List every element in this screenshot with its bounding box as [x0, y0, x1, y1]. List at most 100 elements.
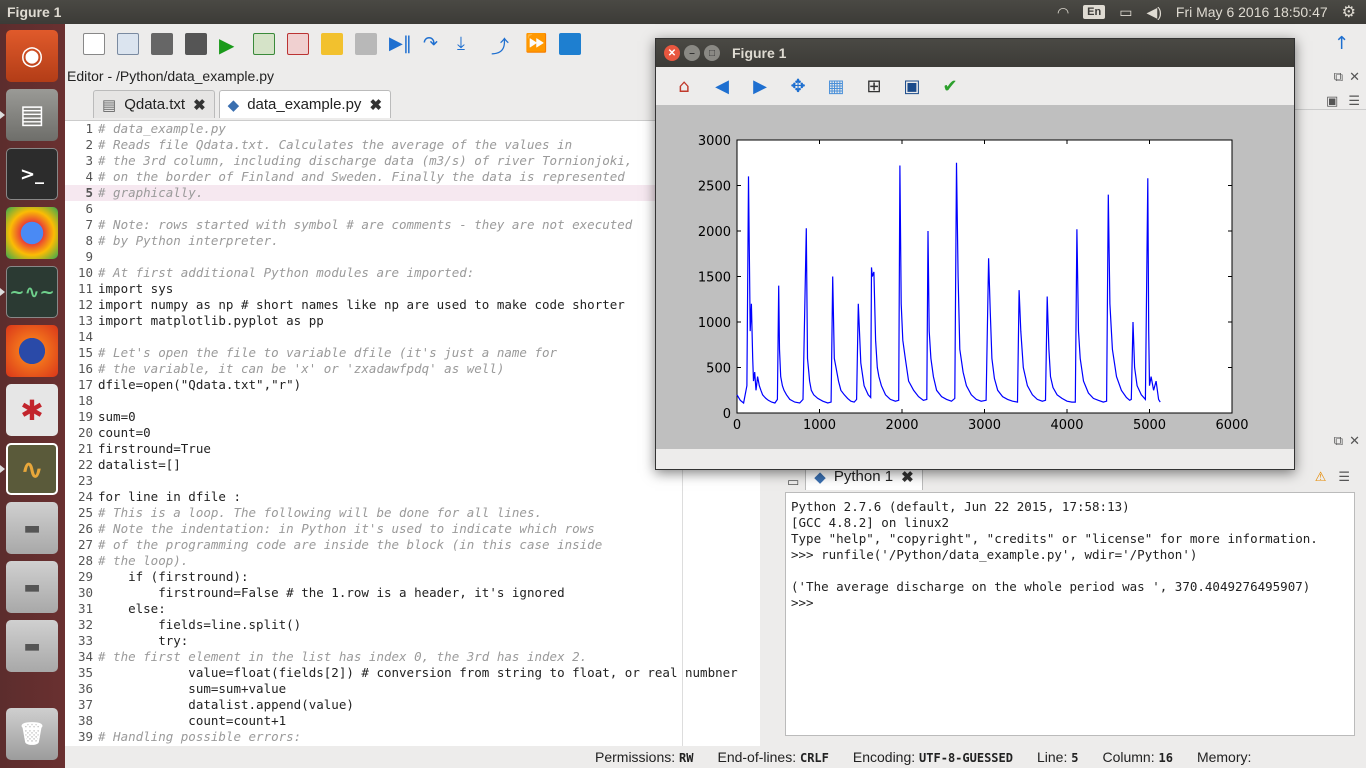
close-tab-icon[interactable]: ✖ — [901, 468, 914, 486]
system-monitor-icon[interactable]: ~∿~ — [6, 266, 58, 318]
code-line: 23 — [65, 473, 760, 489]
volume-icon[interactable]: ◀) — [1146, 4, 1161, 21]
line-number: 21 — [77, 441, 93, 456]
undock-icon[interactable]: ⧉ — [1334, 434, 1343, 449]
code-text: # the 3rd column, including discharge da… — [98, 153, 633, 168]
web-icon[interactable]: ✱ — [6, 384, 58, 436]
save-icon[interactable] — [151, 33, 173, 55]
save-all-icon[interactable] — [185, 33, 207, 55]
close-pane-icon[interactable]: ✕ — [1349, 70, 1360, 85]
code-line: 37 datalist.append(value) — [65, 697, 760, 713]
code-text: firstround=False # the 1.row is a header… — [98, 585, 565, 600]
line-number: 28 — [77, 553, 93, 568]
memory-status: Memory: — [1196, 749, 1252, 765]
clock[interactable]: Fri May 6 2016 18:50:47 — [1176, 4, 1328, 20]
close-tab-icon[interactable]: ✖ — [193, 96, 206, 114]
line-number: 5 — [85, 185, 93, 200]
drive-icon[interactable]: ▬ — [6, 502, 58, 554]
y-tick-label: 2500 — [698, 180, 731, 195]
ubuntu-logo-icon[interactable]: ◉ — [6, 30, 58, 82]
terminal-icon[interactable]: >_ — [6, 148, 58, 200]
plot-canvas[interactable]: 0 1000 2000 3000 4000 5000 6000 0 500 1000 1500 200… — [656, 105, 1294, 449]
console-output[interactable]: Python 2.7.6 (default, Jun 22 2015, 17:5… — [785, 492, 1355, 736]
code-line: 24 for line in dfile : — [65, 489, 760, 505]
drive-icon[interactable]: ▬ — [6, 620, 58, 672]
tab-qdata[interactable]: ▤ Qdata.txt ✖ — [93, 90, 215, 118]
console-menu-icon[interactable]: ☰ — [1338, 470, 1350, 485]
run-cell-advance-icon[interactable] — [287, 33, 309, 55]
tab-data-example[interactable]: ◆ data_example.py ✖ — [218, 90, 392, 118]
run-selection-icon[interactable] — [321, 33, 343, 55]
up-arrow-icon[interactable]: ↑ — [1334, 33, 1356, 55]
figure-toolbar: ⌂ ◀ ▶ ✥ ▦ ⊞ ▣ ✔ — [656, 67, 1294, 105]
keyboard-language-indicator[interactable]: En — [1083, 5, 1106, 19]
debug-continue-icon[interactable]: ▶‖ — [389, 33, 412, 55]
new-file-icon[interactable] — [83, 33, 105, 55]
battery-icon[interactable]: ▭ — [1119, 4, 1132, 21]
code-text: try: — [98, 633, 189, 648]
y-tick-label: 3000 — [698, 134, 731, 149]
browse-tabs-icon[interactable]: ▭ — [787, 475, 799, 490]
y-tick-label: 0 — [723, 407, 731, 422]
pane-menu-icon[interactable]: ☰ — [1348, 94, 1360, 109]
line-number: 19 — [77, 409, 93, 424]
step-icon[interactable]: ↷ — [423, 33, 445, 55]
line-number: 36 — [77, 681, 93, 696]
line-number: 12 — [77, 297, 93, 312]
back-icon[interactable]: ◀ — [710, 74, 734, 98]
figure-titlebar: ✕ – □ Figure 1 — [656, 39, 1294, 67]
code-text: # This is a loop. The following will be … — [98, 505, 543, 520]
code-text: for line in dfile : — [98, 489, 241, 504]
line-number: 7 — [85, 217, 93, 232]
save-figure-icon[interactable]: ▣ — [900, 74, 924, 98]
step-return-icon[interactable]: ⤴ — [491, 33, 513, 58]
zoom-icon[interactable]: ▦ — [824, 74, 848, 98]
wifi-icon[interactable]: ◠ — [1057, 4, 1069, 21]
maximize-window-icon[interactable]: □ — [704, 45, 720, 61]
console-line: ('The average discharge on the whole per… — [791, 579, 1311, 594]
pan-icon[interactable]: ✥ — [786, 74, 810, 98]
run-icon[interactable]: ▶ — [219, 33, 241, 57]
stop-debug-icon[interactable] — [559, 33, 581, 55]
drive-icon[interactable]: ▬ — [6, 561, 58, 613]
discharge-line-chart: 0 1000 2000 3000 4000 5000 6000 0 500 1000 1500 200… — [698, 134, 1249, 433]
step-into-icon[interactable]: ⤓ — [457, 33, 479, 55]
line-number: 3 — [85, 153, 93, 168]
line-number: 20 — [77, 425, 93, 440]
trash-icon[interactable]: 🗑 — [6, 708, 58, 760]
console-line: >>> runfile('/Python/data_example.py', w… — [791, 547, 1198, 562]
y-tick-label: 500 — [706, 362, 731, 377]
continue-icon[interactable]: ⏩ — [525, 33, 547, 55]
system-tray: ◠ En ▭ ◀) Fri May 6 2016 18:50:47 ⚙ — [1057, 2, 1366, 22]
files-icon[interactable]: ▤ — [6, 89, 58, 141]
close-pane-icon[interactable]: ✕ — [1349, 434, 1360, 449]
spyder-icon[interactable]: ∿ — [6, 443, 58, 495]
minimize-window-icon[interactable]: – — [684, 45, 700, 61]
debug-icon[interactable] — [355, 33, 377, 55]
code-line: 26 # Note the indentation: in Python it's… — [65, 521, 760, 537]
close-window-icon[interactable]: ✕ — [664, 45, 680, 61]
code-text: # data_example.py — [98, 121, 226, 136]
pane-options-icon[interactable]: ▣ — [1326, 94, 1338, 109]
forward-icon[interactable]: ▶ — [748, 74, 772, 98]
running-indicator — [0, 465, 5, 473]
firefox-icon[interactable] — [6, 325, 58, 377]
edit-check-icon[interactable]: ✔ — [938, 74, 962, 98]
undock-icon[interactable]: ⧉ — [1334, 70, 1343, 85]
code-text: # Reads file Qdata.txt. Calculates the a… — [98, 137, 573, 152]
warning-icon[interactable]: ⚠ — [1315, 470, 1327, 485]
tab-label: Qdata.txt — [124, 96, 186, 113]
subplots-icon[interactable]: ⊞ — [862, 74, 886, 98]
run-cell-icon[interactable] — [253, 33, 275, 55]
chrome-icon[interactable] — [6, 207, 58, 259]
permissions-status: Permissions: RW — [595, 749, 694, 765]
gear-icon[interactable]: ⚙ — [1342, 2, 1356, 22]
close-tab-icon[interactable]: ✖ — [369, 96, 382, 114]
line-status: Line: 5 — [1036, 749, 1079, 765]
console-line: Python 2.7.6 (default, Jun 22 2015, 17:5… — [791, 499, 1130, 514]
code-text: datalist.append(value) — [98, 697, 354, 712]
open-file-icon[interactable] — [117, 33, 139, 55]
console-line: Type "help", "copyright", "credits" or "… — [791, 531, 1318, 546]
python-file-icon: ◆ — [227, 96, 240, 114]
home-icon[interactable]: ⌂ — [672, 74, 696, 98]
